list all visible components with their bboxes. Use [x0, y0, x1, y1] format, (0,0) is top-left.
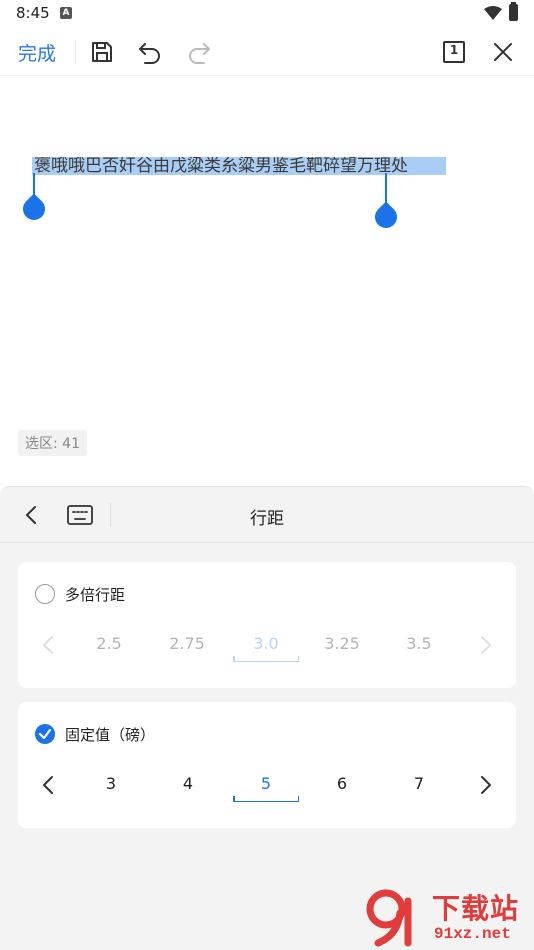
watermark-title: 下载站: [432, 892, 520, 925]
selection-handle-end[interactable]: [370, 201, 402, 233]
done-button[interactable]: 完成: [18, 39, 56, 66]
spacing-option[interactable]: 7: [383, 774, 455, 793]
spacing-option-selected[interactable]: 5: [233, 774, 299, 802]
selection-handle-start[interactable]: [18, 193, 50, 225]
selection-count-badge: 选区: 41: [18, 430, 87, 456]
spacing-option[interactable]: 2.75: [151, 634, 223, 653]
watermark-logo-icon: [366, 889, 412, 947]
top-toolbar: 完成 1: [0, 28, 534, 76]
notification-icon: A: [60, 7, 72, 19]
spacing-option[interactable]: 4: [152, 774, 224, 793]
undo-icon[interactable]: [136, 38, 164, 66]
spacing-option[interactable]: 2.5: [73, 634, 145, 653]
fixed-spacing-radio[interactable]: [35, 724, 55, 744]
page-count-icon[interactable]: 1: [440, 38, 468, 66]
battery-icon: [509, 2, 518, 21]
multiple-spacing-radio[interactable]: [35, 584, 55, 604]
fixed-spacing-values: 3 4 5 6 7: [73, 774, 463, 802]
status-time: 8:45: [16, 4, 50, 22]
multiple-spacing-values: 2.5 2.75 3.0 3.25 3.5: [73, 634, 463, 662]
chevron-right-icon[interactable]: [476, 772, 496, 798]
document-canvas[interactable]: 褒哦哦巴否奸谷由戊粱类糸粱男鉴毛靶碎望万理处 选区: 41: [0, 77, 534, 467]
spacing-option[interactable]: 3.25: [306, 634, 378, 653]
chevron-right-icon[interactable]: [476, 632, 496, 658]
panel-title: 行距: [250, 509, 284, 529]
chevron-left-icon[interactable]: [38, 632, 58, 658]
page-count-label: 1: [449, 43, 459, 57]
watermark: 下载站 91xz.net: [364, 887, 534, 950]
panel-header: 行距: [0, 487, 534, 543]
selection-handle-start-line: [33, 173, 35, 195]
status-bar: 8:45 A: [0, 0, 534, 28]
spacing-option[interactable]: 3: [75, 774, 147, 793]
chevron-left-icon[interactable]: [38, 772, 58, 798]
multiple-spacing-card: 多倍行距 2.5 2.75 3.0 3.25 3.5: [18, 562, 516, 688]
save-icon[interactable]: [88, 38, 116, 66]
toolbar-divider: [75, 40, 76, 64]
line-spacing-panel: 行距 多倍行距 2.5 2.75 3.0 3.25 3.5 固定值（磅） 3 4: [0, 486, 534, 950]
wifi-icon: [484, 6, 502, 20]
fixed-spacing-label: 固定值（磅）: [65, 726, 156, 744]
fixed-spacing-card: 固定值（磅） 3 4 5 6 7: [18, 702, 516, 828]
watermark-url: 91xz.net: [434, 925, 511, 943]
selected-text[interactable]: 褒哦哦巴否奸谷由戊粱类糸粱男鉴毛靶碎望万理处: [32, 157, 446, 175]
spacing-option[interactable]: 6: [306, 774, 378, 793]
spacing-option[interactable]: 3.5: [383, 634, 455, 653]
multiple-spacing-label: 多倍行距: [65, 586, 126, 604]
spacing-option-selected[interactable]: 3.0: [233, 634, 299, 662]
close-icon[interactable]: [489, 38, 517, 66]
redo-icon[interactable]: [185, 38, 213, 66]
